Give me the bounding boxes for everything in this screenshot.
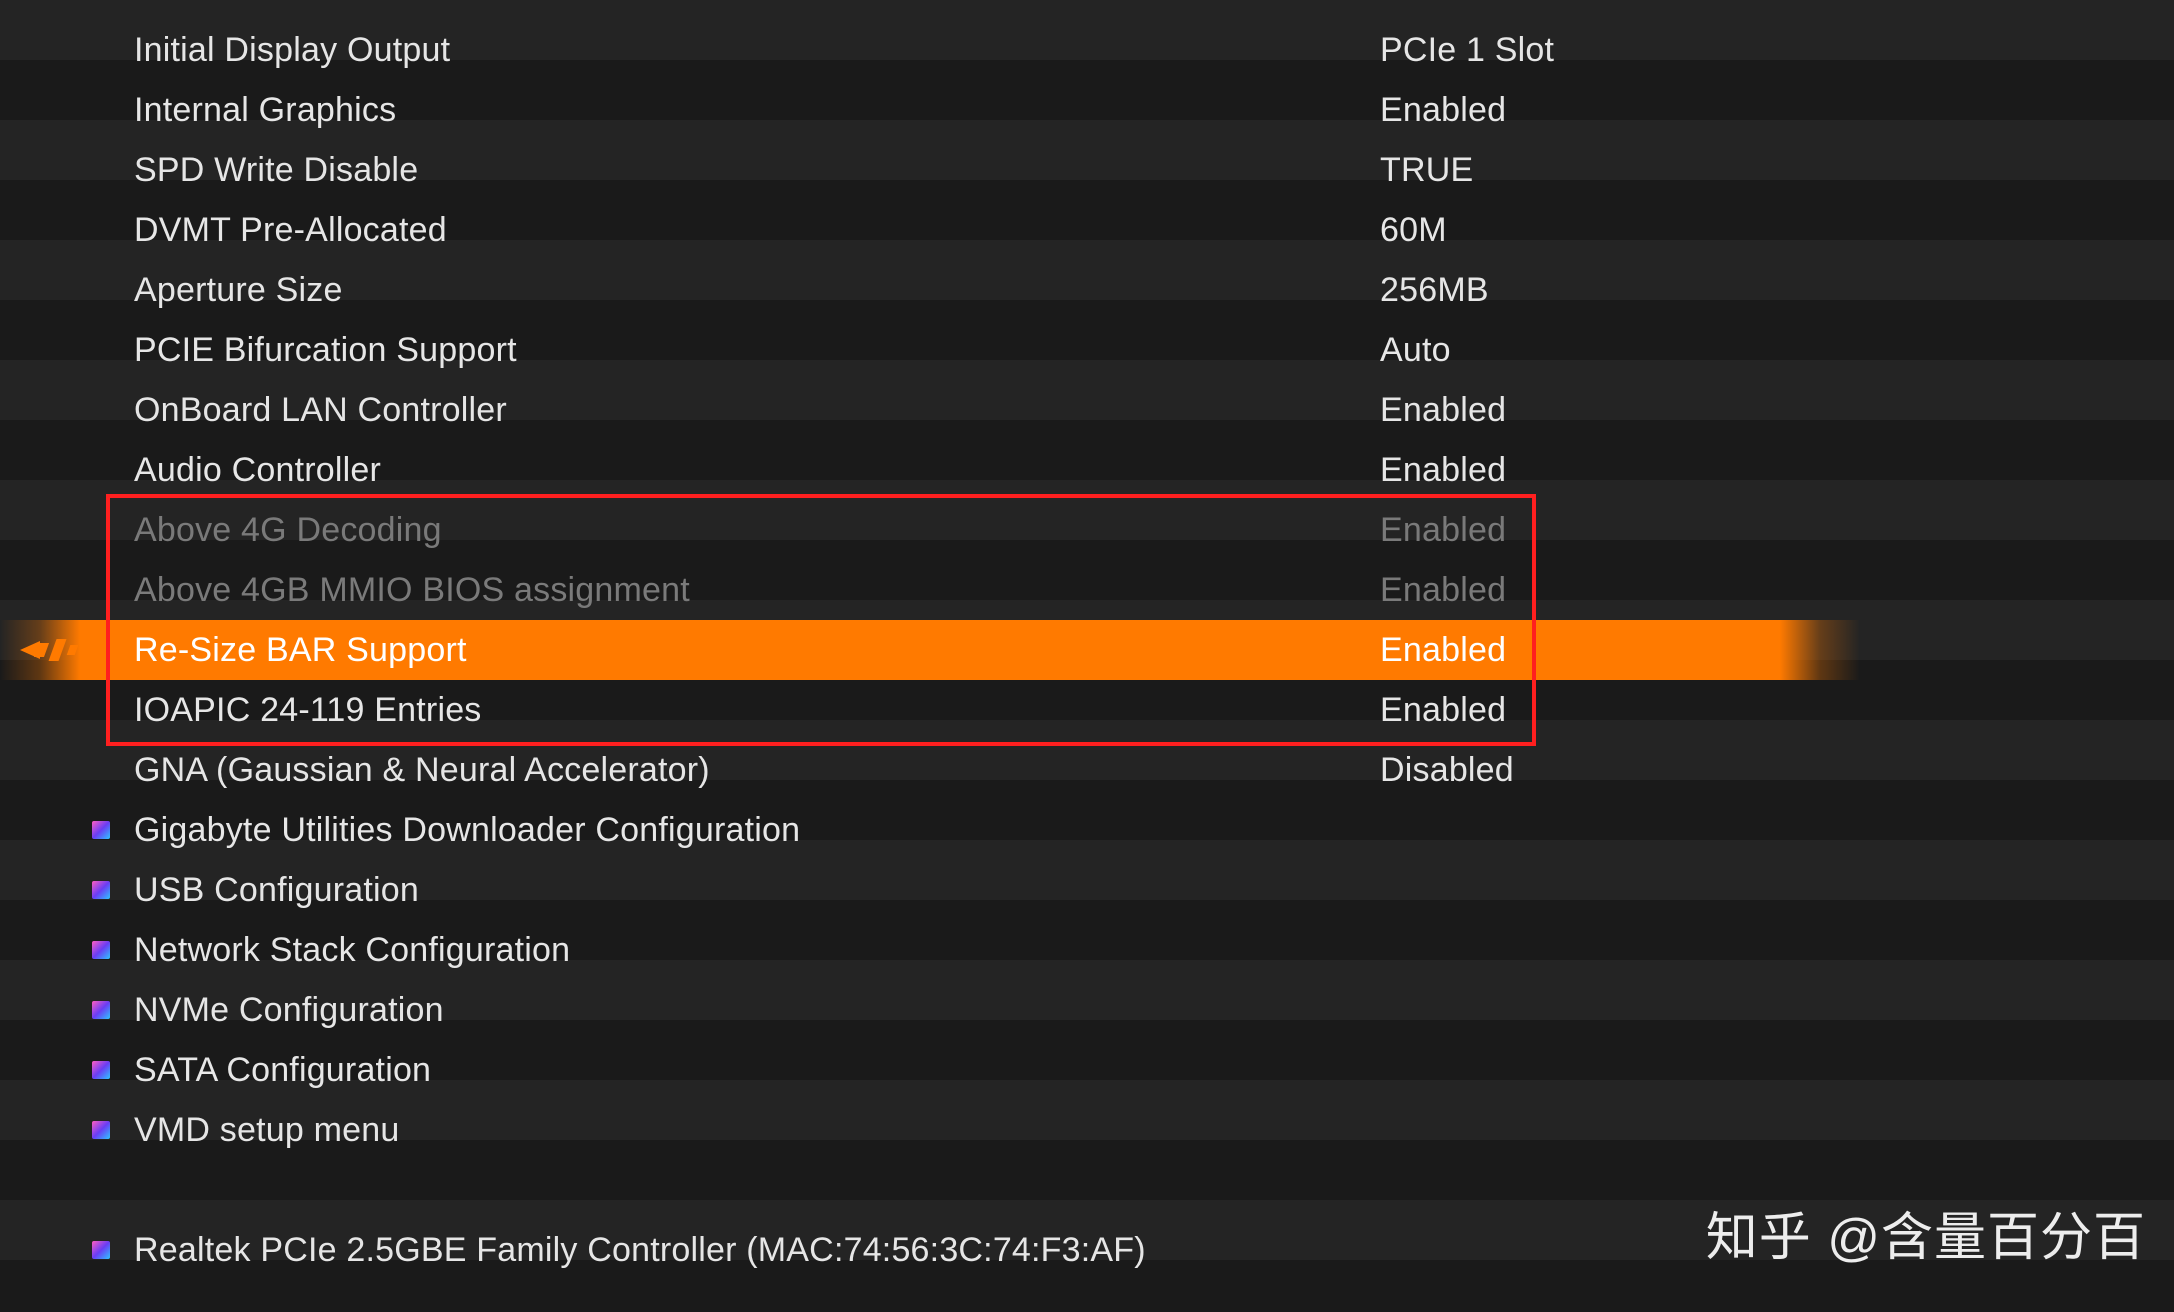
setting-internal-graphics[interactable]: Internal Graphics Enabled (0, 80, 2174, 140)
submenu-label: SATA Configuration (134, 1040, 431, 1100)
setting-label: OnBoard LAN Controller (134, 380, 507, 440)
setting-value: Enabled (1380, 500, 1506, 560)
submenu-bullet-icon (92, 1121, 110, 1139)
submenu-nvme-configuration[interactable]: NVMe Configuration (0, 980, 2174, 1040)
submenu-network-stack-configuration[interactable]: Network Stack Configuration (0, 920, 2174, 980)
submenu-bullet-icon (92, 941, 110, 959)
submenu-gigabyte-utilities-downloader-configuration[interactable]: Gigabyte Utilities Downloader Configurat… (0, 800, 2174, 860)
setting-dvmt-pre-allocated[interactable]: DVMT Pre-Allocated 60M (0, 200, 2174, 260)
bios-settings-screen: 知乎 @含量百分百 Initial Display Output PCIe 1 S… (0, 0, 2174, 1312)
setting-label: Internal Graphics (134, 80, 396, 140)
submenu-label: Realtek PCIe 2.5GBE Family Controller (M… (134, 1220, 1146, 1280)
setting-ioapic-24-119-entries[interactable]: IOAPIC 24-119 Entries Enabled (0, 680, 2174, 740)
submenu-bullet-icon (92, 1001, 110, 1019)
setting-value: Enabled (1380, 440, 1506, 500)
setting-value: Disabled (1380, 740, 1514, 800)
setting-spd-write-disable[interactable]: SPD Write Disable TRUE (0, 140, 2174, 200)
setting-label: Above 4G Decoding (134, 500, 442, 560)
watermark-text: 知乎 @含量百分百 (1706, 1195, 2146, 1270)
submenu-label: VMD setup menu (134, 1100, 399, 1160)
submenu-label: USB Configuration (134, 860, 419, 920)
setting-label: SPD Write Disable (134, 140, 418, 200)
setting-gna-gaussian-neural-accelerator[interactable]: GNA (Gaussian & Neural Accelerator) Disab… (0, 740, 2174, 800)
submenu-bullet-icon (92, 1241, 110, 1259)
setting-label: Audio Controller (134, 440, 381, 500)
setting-value: 256MB (1380, 260, 1489, 320)
setting-label: Initial Display Output (134, 20, 450, 80)
setting-value: Enabled (1380, 80, 1506, 140)
submenu-usb-configuration[interactable]: USB Configuration (0, 860, 2174, 920)
setting-onboard-lan-controller[interactable]: OnBoard LAN Controller Enabled (0, 380, 2174, 440)
cursor-flame-icon (20, 635, 100, 665)
setting-label: Above 4GB MMIO BIOS assignment (134, 560, 690, 620)
setting-label: GNA (Gaussian & Neural Accelerator) (134, 740, 710, 800)
setting-label: PCIE Bifurcation Support (134, 320, 517, 380)
setting-value: Enabled (1380, 680, 1506, 740)
setting-label: IOAPIC 24-119 Entries (134, 680, 482, 740)
submenu-sata-configuration[interactable]: SATA Configuration (0, 1040, 2174, 1100)
setting-initial-display-output[interactable]: Initial Display Output PCIe 1 Slot (0, 20, 2174, 80)
submenu-bullet-icon (92, 1061, 110, 1079)
setting-above-4gb-mmio-bios-assignment[interactable]: Above 4GB MMIO BIOS assignment Enabled (0, 560, 2174, 620)
submenu-label: NVMe Configuration (134, 980, 444, 1040)
setting-value: 60M (1380, 200, 1447, 260)
setting-label: DVMT Pre-Allocated (134, 200, 447, 260)
submenu-bullet-icon (92, 881, 110, 899)
setting-re-size-bar-support[interactable]: Re-Size BAR Support Enabled (0, 620, 2174, 680)
setting-label: Aperture Size (134, 260, 343, 320)
setting-value: TRUE (1380, 140, 1473, 200)
setting-value: Auto (1380, 320, 1451, 380)
submenu-label: Network Stack Configuration (134, 920, 570, 980)
setting-label: Re-Size BAR Support (134, 620, 467, 680)
setting-value: Enabled (1380, 560, 1506, 620)
setting-aperture-size[interactable]: Aperture Size 256MB (0, 260, 2174, 320)
submenu-vmd-setup-menu[interactable]: VMD setup menu (0, 1100, 2174, 1160)
setting-value: PCIe 1 Slot (1380, 20, 1554, 80)
submenu-label: Gigabyte Utilities Downloader Configurat… (134, 800, 800, 860)
setting-pcie-bifurcation-support[interactable]: PCIE Bifurcation Support Auto (0, 320, 2174, 380)
setting-above-4g-decoding[interactable]: Above 4G Decoding Enabled (0, 500, 2174, 560)
setting-value: Enabled (1380, 620, 1506, 680)
setting-value: Enabled (1380, 380, 1506, 440)
setting-audio-controller[interactable]: Audio Controller Enabled (0, 440, 2174, 500)
submenu-bullet-icon (92, 821, 110, 839)
